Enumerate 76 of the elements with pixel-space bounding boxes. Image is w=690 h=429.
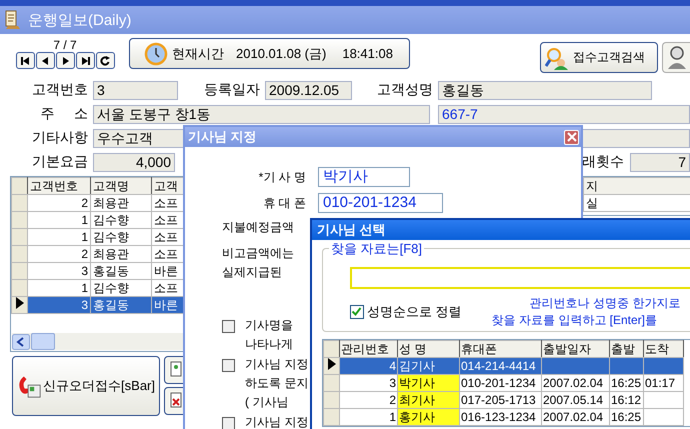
- table-row[interactable]: 2 최기사 017-205-1713 2007.05.14 16:12: [324, 392, 684, 408]
- row-pointer-icon: [328, 358, 336, 370]
- checkbox[interactable]: [222, 320, 235, 333]
- hint-text: 찾을 자료를 입력하고 [Enter]를: [492, 312, 657, 329]
- row-pointer-icon: [16, 298, 24, 309]
- close-icon: [566, 132, 576, 142]
- note-text: 비고금액에는: [222, 245, 294, 262]
- address-detail-field[interactable]: 667-7: [438, 104, 690, 124]
- field-label: 래횟수: [582, 153, 625, 171]
- nav-button[interactable]: [36, 52, 54, 69]
- close-button[interactable]: [564, 130, 579, 144]
- nav-button[interactable]: [76, 52, 94, 69]
- option-text: 기사님 지정: [244, 356, 308, 373]
- field-label: 기타사항: [31, 129, 89, 147]
- column-header[interactable]: 휴대폰: [460, 340, 542, 358]
- field-label: 지불예정금액: [222, 219, 294, 236]
- refresh-icon: [100, 56, 110, 66]
- group-label: 찾을 자료는[F8]: [329, 240, 424, 258]
- customer-name-field[interactable]: 홍길동: [438, 80, 652, 100]
- column-header[interactable]: 출발일자: [542, 340, 610, 358]
- table-row[interactable]: 1 홍기사 016-123-1234 2007.02.04 16:25: [324, 408, 684, 426]
- nav-button[interactable]: [96, 52, 114, 69]
- customer-search-button[interactable]: 접수고객검색: [540, 42, 658, 73]
- record-counter: 7 / 7: [53, 38, 77, 52]
- dialog-title: 기사님 지정: [188, 128, 257, 146]
- scroll-thumb[interactable]: [31, 333, 55, 350]
- document-icon: [4, 10, 22, 30]
- base-fee-field[interactable]: 4,000: [93, 152, 175, 172]
- scroll-left-icon: [12, 334, 30, 350]
- column-header[interactable]: 성 명: [398, 340, 460, 358]
- previous-icon: [40, 56, 50, 66]
- phone-field[interactable]: 010-201-1234: [318, 193, 443, 213]
- checkbox[interactable]: [350, 304, 364, 318]
- field-label: 등록일자: [203, 81, 261, 99]
- table-cell: 실: [584, 194, 690, 212]
- search-field[interactable]: [350, 267, 690, 289]
- clock-icon: [144, 42, 168, 66]
- address-field[interactable]: 서울 도봉구 창1동: [93, 104, 430, 124]
- option-text: 기사님 지정: [244, 414, 308, 429]
- field-label: 주 소: [40, 105, 89, 123]
- first-record-icon: [20, 56, 30, 66]
- checkbox[interactable]: [222, 359, 235, 372]
- option-text: 하도록 문지: [244, 375, 308, 392]
- column-header[interactable]: 도착: [644, 340, 684, 358]
- count-field[interactable]: 7: [630, 152, 690, 172]
- column-header[interactable]: 고객명: [90, 178, 152, 194]
- option-text: ( 기사님: [244, 394, 288, 411]
- field-label: 기본요금: [31, 153, 89, 171]
- checkbox[interactable]: [222, 417, 235, 429]
- field-label: 휴 대 폰: [262, 194, 306, 212]
- sort-checkbox[interactable]: 성명순으로 정렬: [350, 303, 462, 320]
- column-header[interactable]: 출발: [610, 340, 644, 358]
- table-row[interactable]: 3 박기사 010-201-1234 2007.02.04 16:25 01:17: [324, 374, 684, 392]
- nav-button[interactable]: [56, 52, 74, 69]
- hint-text: 관리번호나 성명중 한가지로: [530, 295, 680, 312]
- column-header[interactable]: 관리번호: [340, 340, 398, 358]
- registration-date-field[interactable]: 2009.12.05: [265, 80, 352, 100]
- clock-button[interactable]: 현재시간 2010.01.08 (금) 18:41:08: [129, 38, 410, 69]
- customer-number-field[interactable]: 3: [93, 80, 178, 100]
- option-text: 나타나게: [244, 336, 293, 353]
- option-text: 기사명을: [244, 317, 293, 334]
- nav-button[interactable]: [16, 52, 34, 69]
- check-icon: [351, 306, 362, 316]
- window-title: 운행일보(Daily): [28, 10, 132, 30]
- person-search-icon: [545, 46, 569, 70]
- field-label: 고객성명: [376, 81, 434, 99]
- last-record-icon: [80, 56, 90, 66]
- column-header[interactable]: 지: [584, 178, 690, 194]
- dialog-title: 기사님 선택: [317, 221, 386, 239]
- new-order-button[interactable]: 신규오더접수[sBar]: [12, 356, 160, 416]
- field-label: 고객번호: [31, 81, 89, 99]
- note-text: 실제지급된: [222, 264, 282, 281]
- column-header[interactable]: 고객번호: [28, 178, 90, 194]
- table-row[interactable]: 4 김기사 014-214-4414: [324, 358, 684, 374]
- field-label: *기 사 명: [258, 168, 306, 186]
- driver-name-field[interactable]: 박기사: [318, 167, 410, 187]
